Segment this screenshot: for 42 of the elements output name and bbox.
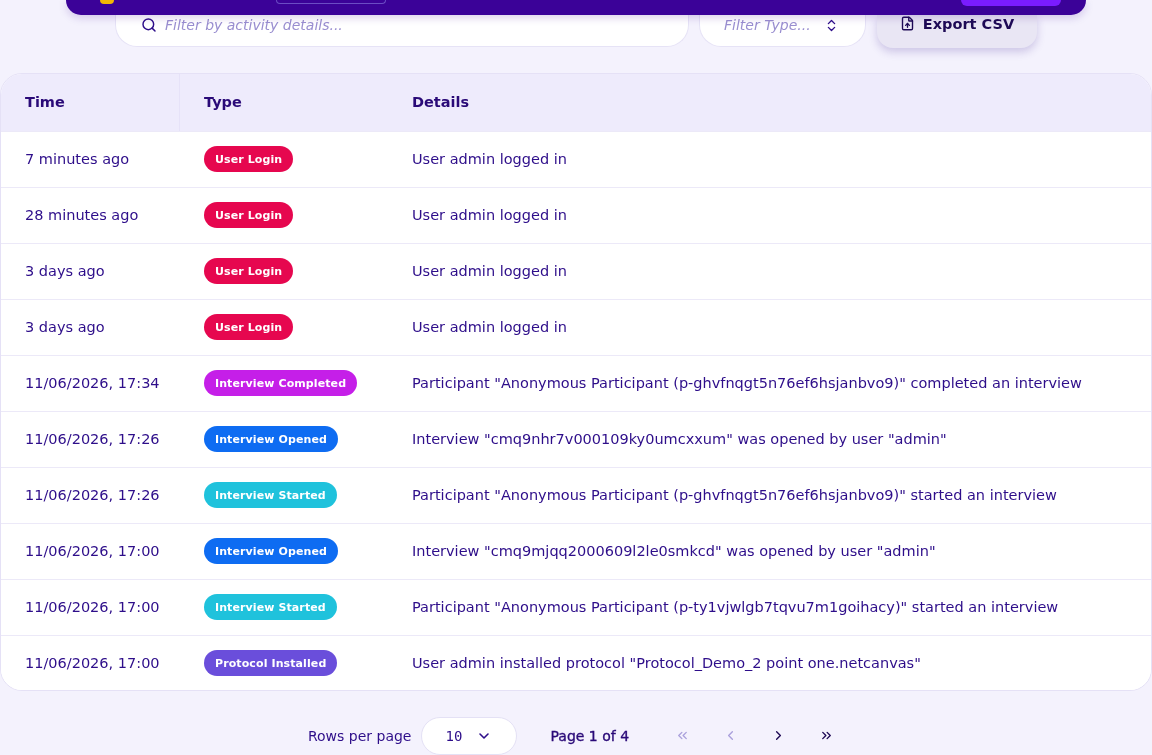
column-header: Details bbox=[411, 93, 471, 113]
activity-type-tag: Protocol Installed bbox=[204, 650, 338, 677]
activity-type-tag: Interview Started bbox=[204, 594, 337, 621]
export-csv-button[interactable]: Export CSV bbox=[877, 15, 1037, 48]
search-field[interactable]: Filter by activity details... bbox=[115, 15, 689, 47]
time-text: 3 days ago bbox=[25, 263, 105, 280]
activity-details-text: Interview "cmq9mjqq2000609l2le0smkcd" was opened by user "admin" bbox=[412, 543, 936, 560]
activity-details-text: User admin logged in bbox=[412, 151, 567, 168]
activity-type-tag: Interview Opened bbox=[204, 426, 338, 453]
time-text: 11/06/2026, 17:26 bbox=[25, 487, 160, 504]
time-text: 11/06/2026, 17:00 bbox=[25, 599, 160, 616]
activity-type-tag: Interview Opened bbox=[204, 538, 338, 565]
activity-details-text: Participant "Anonymous Participant (p-ghvfnqgt5n76ef6hsjanbvo9)" completed an interview bbox=[412, 375, 1082, 392]
time-text: 11/06/2026, 17:00 bbox=[25, 543, 160, 560]
time-text: 28 minutes ago bbox=[25, 207, 139, 224]
column-header: Type bbox=[203, 93, 243, 113]
activity-details-text: Participant "Anonymous Participant (p-ty1vjwlgb7tqvu7m1goihacy)" started an interview bbox=[412, 599, 1059, 616]
activity-type-tag: User Login bbox=[204, 314, 294, 341]
logo-icon bbox=[100, 0, 114, 4]
file-arrow-up-icon bbox=[899, 16, 915, 31]
time-text: 11/06/2026, 17:34 bbox=[25, 375, 160, 392]
activity-details-text: User admin logged in bbox=[412, 263, 567, 280]
activity-type-tag: Interview Completed bbox=[204, 370, 358, 397]
activity-details-text: User admin logged in bbox=[412, 319, 567, 336]
activity-details-text: Interview "cmq9nhr7v000109ky0umcxxum" was opened by user "admin" bbox=[412, 431, 947, 448]
activity-type-tag: User Login bbox=[204, 146, 294, 173]
header-action-button[interactable] bbox=[961, 0, 1061, 6]
time-text: 3 days ago bbox=[25, 319, 105, 336]
activity-type-tag: Interview Started bbox=[204, 482, 337, 509]
page-indicator: Page 1 of 4 bbox=[550, 727, 630, 744]
activity-type-tag: User Login bbox=[204, 202, 294, 229]
column-header: Time bbox=[1, 74, 180, 131]
time-text: 11/06/2026, 17:26 bbox=[25, 431, 160, 448]
time-text: 11/06/2026, 17:00 bbox=[25, 655, 160, 672]
activity-details-text: Participant "Anonymous Participant (p-ghvfnqgt5n76ef6hsjanbvo9)" started an interview bbox=[412, 487, 1057, 504]
activity-type-tag: User Login bbox=[204, 258, 294, 285]
rows-per-page-label: Rows per page bbox=[307, 727, 412, 744]
time-text: 7 minutes ago bbox=[25, 151, 130, 168]
rows-per-page-select[interactable]: 10 bbox=[421, 716, 518, 755]
search-icon bbox=[141, 17, 157, 33]
activity-details-text: User admin installed protocol "Protocol_Demo_2 point one.netcanvas" bbox=[412, 655, 921, 672]
activity-details-text: User admin logged in bbox=[412, 207, 567, 224]
